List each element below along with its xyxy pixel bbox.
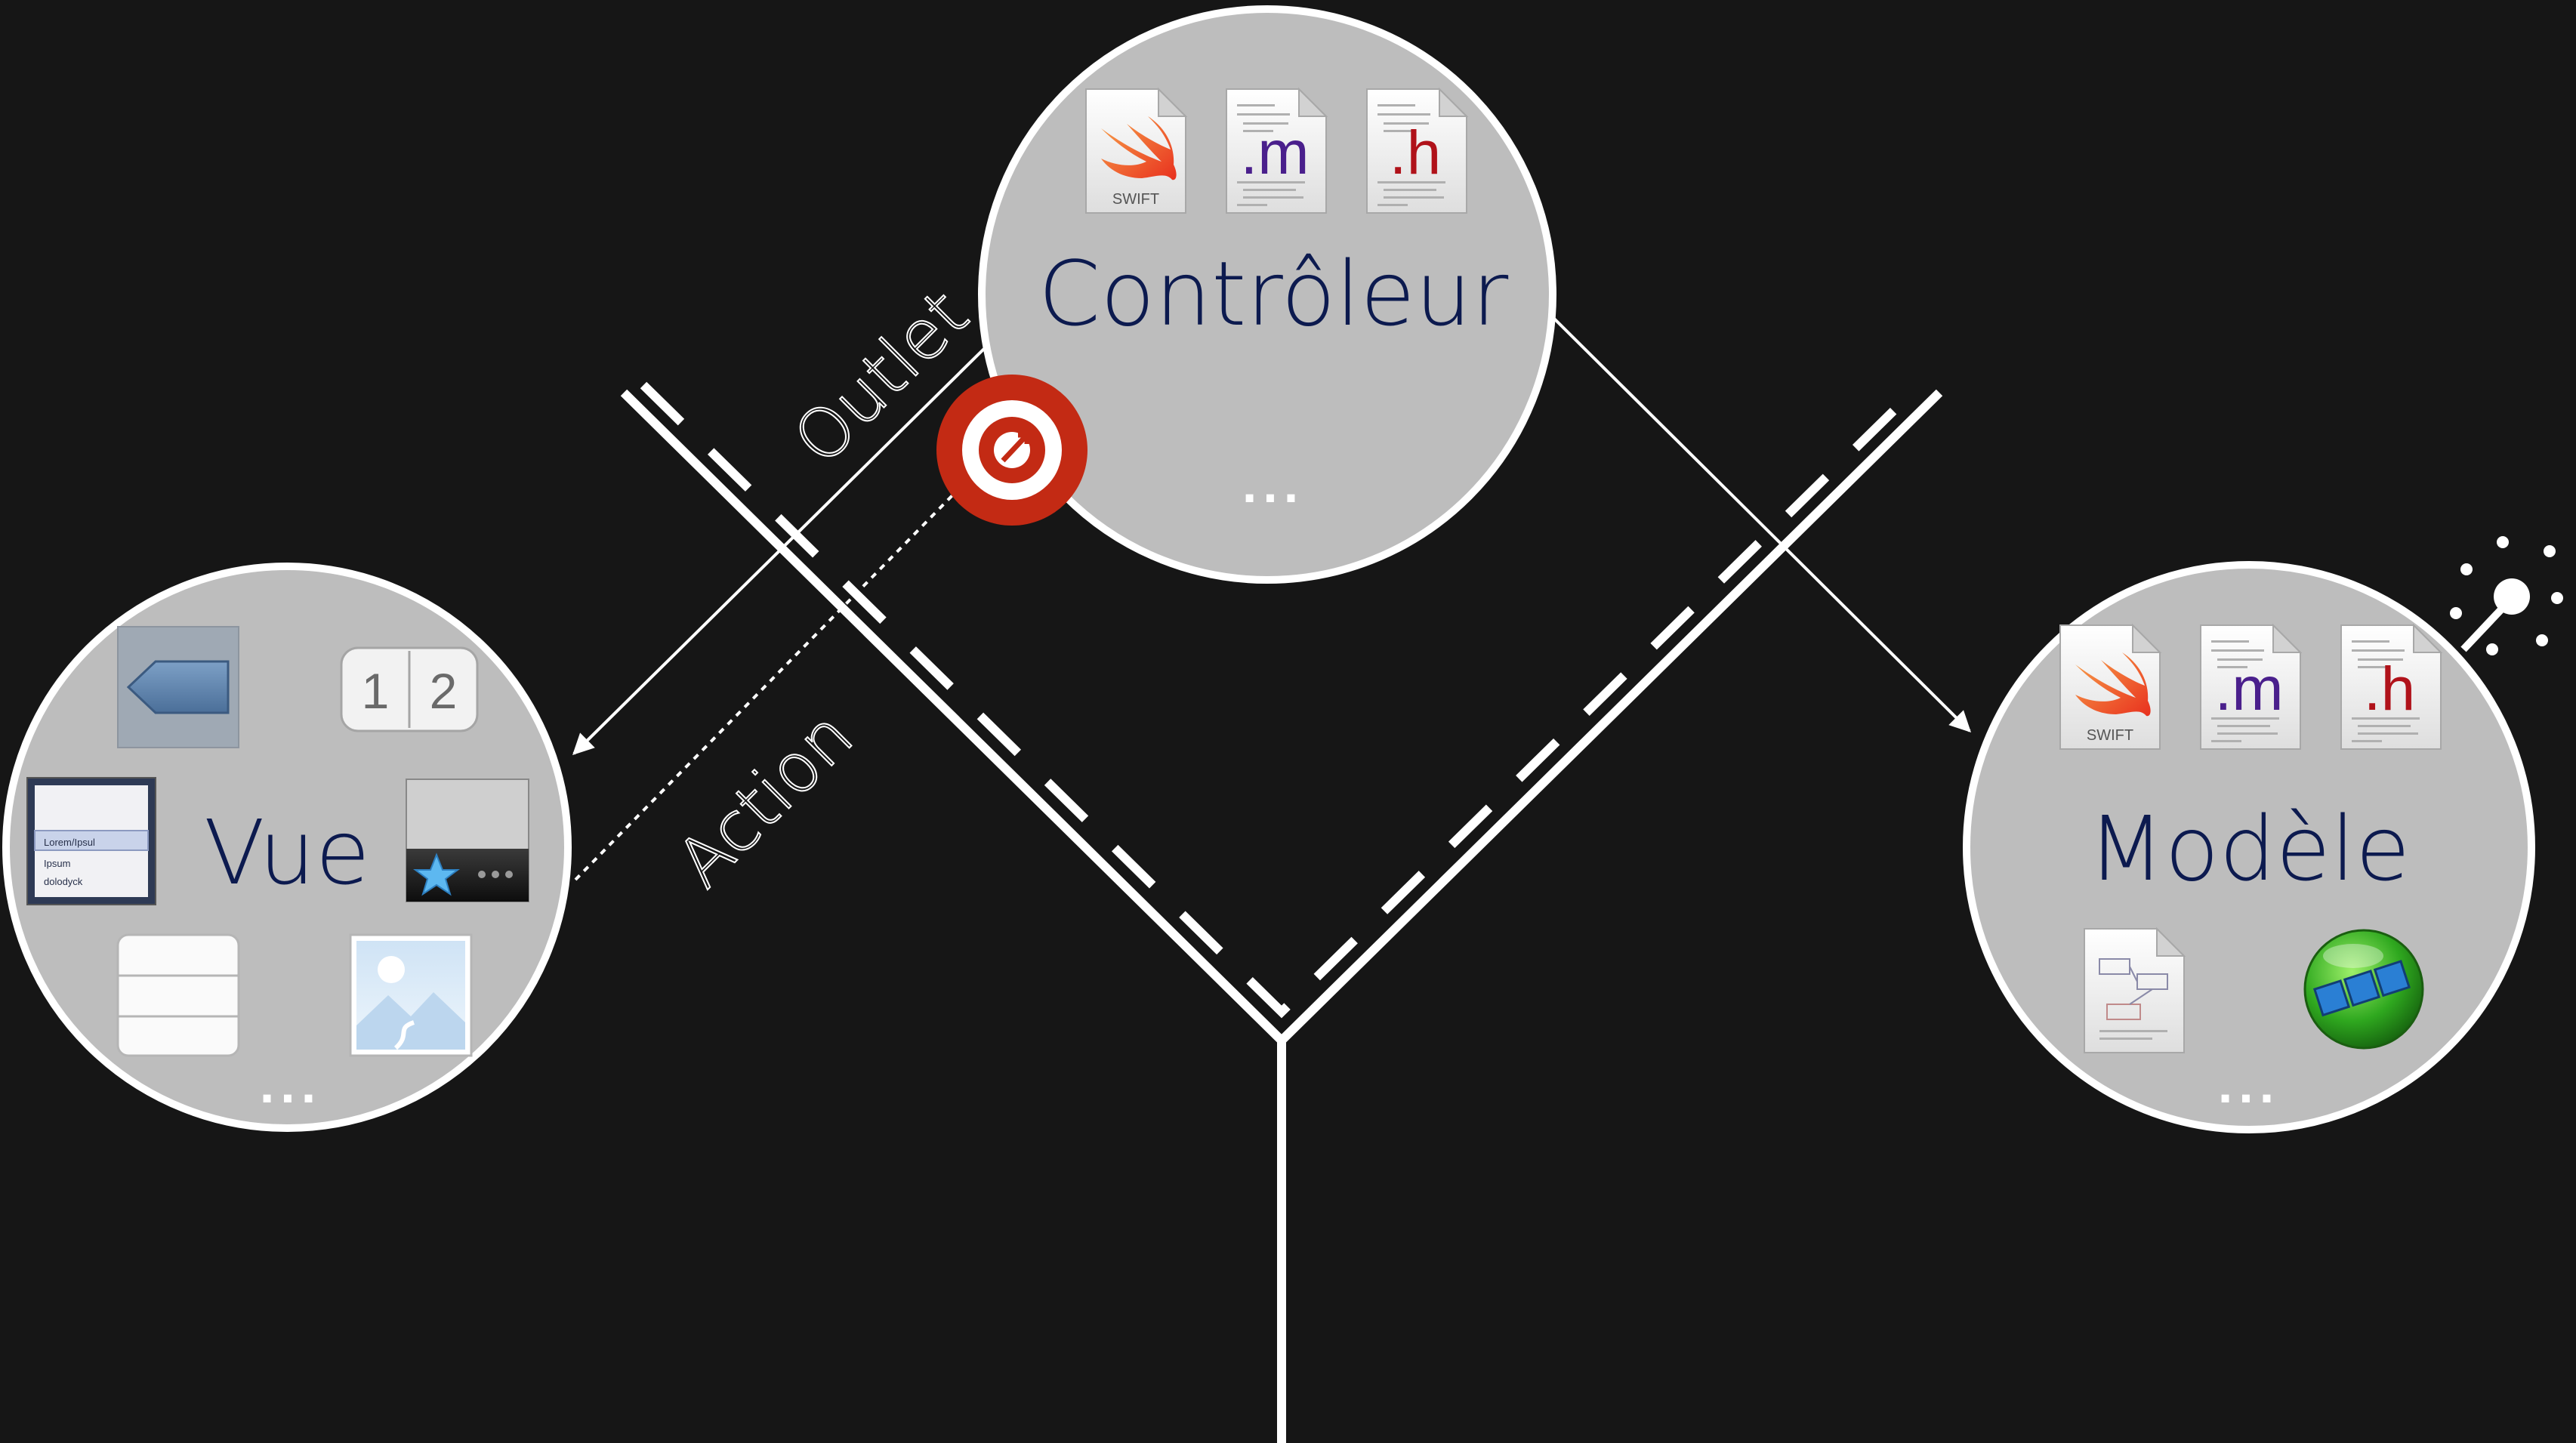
objc-m-file-icon: .m [2200, 624, 2301, 750]
notification-icon [2450, 536, 2563, 655]
controller-model-arrow [1551, 316, 1971, 732]
target-icon[interactable] [936, 375, 1087, 526]
picker-icon: Lorem/Ipsul Ipsum dolodyck [26, 777, 156, 905]
objc-h-file-icon: .h [2340, 624, 2442, 750]
segment-2-text: 2 [430, 663, 458, 719]
swift-file-icon: SWIFT [1085, 88, 1186, 214]
picker-line-2: Ipsum [44, 858, 70, 869]
swift-file-caption: SWIFT [1112, 191, 1159, 208]
view-more: ... [260, 1055, 322, 1114]
swift-file-icon: SWIFT [2059, 624, 2161, 750]
model-label: Modèle [2088, 797, 2411, 901]
model-h-caption: .h [2364, 655, 2415, 723]
view-node[interactable]: 1 2 Lorem/Ipsul Ipsum dolodyck Vue ... [2, 563, 572, 1132]
image-view-icon [349, 933, 473, 1057]
core-data-icon [2303, 929, 2424, 1050]
document-file-icon [2084, 928, 2185, 1053]
picker-line-1: Lorem/Ipsul [44, 837, 95, 848]
m-file-caption: .m [1240, 119, 1309, 187]
model-swift-caption: SWIFT [2087, 727, 2133, 744]
segment-1-text: 1 [362, 663, 390, 719]
view-label: Vue [204, 800, 370, 905]
model-node[interactable]: SWIFT .m .h Modèle ... [1963, 561, 2535, 1133]
controller-label: Contrôleur [1038, 242, 1509, 346]
action-label: Action [662, 696, 868, 903]
objc-m-file-icon: .m [1226, 88, 1327, 214]
picker-line-3: dolodyck [44, 876, 83, 887]
model-m-caption: .m [2214, 655, 2283, 723]
h-file-caption: .h [1390, 119, 1441, 187]
mvc-diagram: SWIFT .m .h Contrôleur ... Outlet Action [2, 5, 2563, 1443]
back-button-icon [117, 626, 239, 748]
objc-h-file-icon: .h [1366, 88, 1467, 214]
model-more: ... [2218, 1055, 2280, 1114]
table-view-icon [116, 933, 240, 1057]
tab-bar-icon [406, 779, 529, 902]
segmented-control-icon: 1 2 [340, 646, 479, 732]
controller-more: ... [1242, 455, 1304, 513]
